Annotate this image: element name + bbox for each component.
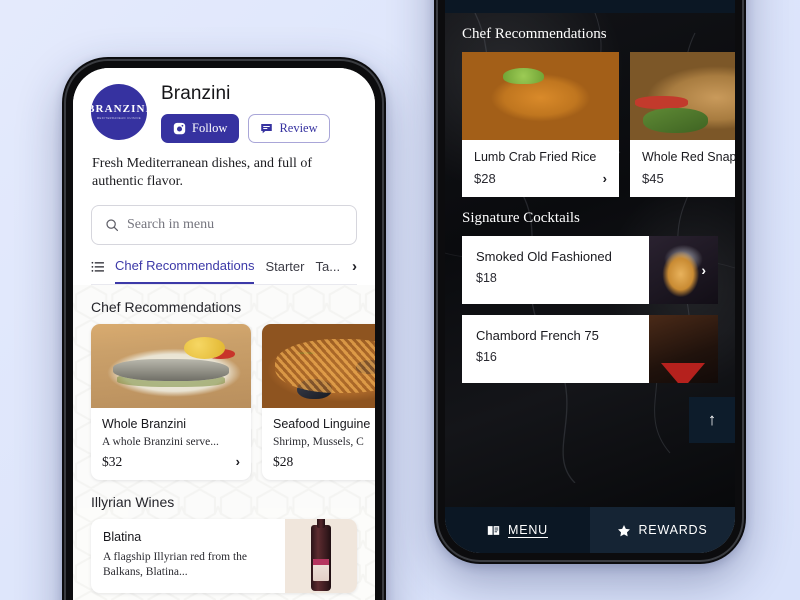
business-tagline: Fresh Mediterranean dishes, and full of … (92, 155, 313, 190)
chevron-right-icon[interactable]: › (352, 258, 357, 275)
tab-starter[interactable]: Starter (265, 259, 304, 283)
dark-section-signature-cocktails: Signature Cocktails Smoked Old Fashioned… (445, 210, 735, 383)
dark-header-spacer: Explore a blend of American and Caribbea… (445, 0, 735, 13)
dish-card-seafood-linguine[interactable]: Seafood Linguine Shrimp, Mussels, C $28 (262, 323, 375, 480)
chat-icon (260, 122, 273, 135)
brand-info: Branzini Follow Review (161, 83, 357, 143)
chevron-right-icon[interactable]: › (236, 454, 240, 469)
cocktail-price: $18 (476, 271, 497, 285)
dish-name: Whole Branzini (102, 416, 187, 431)
dark-dish-card-row: Lumb Crab Fried Rice $28 › Whole Red Sna… (462, 52, 735, 197)
star-icon (617, 524, 631, 537)
dark-app-header: Explore a blend of American and Caribbea… (445, 0, 735, 13)
dish-description: Shrimp, Mussels, C (273, 435, 364, 448)
dish-image (91, 323, 251, 408)
section-chef-recommendations: Chef Recommendations Whole Branzini A wh… (73, 299, 375, 480)
wine-name: Blatina (103, 529, 142, 544)
dish-description: A whole Branzini serve... (102, 435, 219, 448)
cocktail-image: › (649, 236, 718, 304)
dish-info: Lumb Crab Fried Rice $28 › (462, 140, 619, 197)
cocktail-card-smoked-old-fashioned[interactable]: Smoked Old Fashioned $18 › (462, 236, 718, 304)
phone-device-dark: Explore a blend of American and Caribbea… (434, 0, 746, 564)
nav-item-rewards[interactable]: REWARDS (590, 507, 735, 553)
cocktail-name: Smoked Old Fashioned (476, 249, 612, 264)
phone-screen-light: BRANZINI MEDITERRANEAN CUISINE Branzini … (73, 68, 375, 600)
app-header: BRANZINI MEDITERRANEAN CUISINE Branzini … (73, 68, 375, 285)
nav-item-label: REWARDS (638, 523, 708, 537)
dish-name: Lumb Crab Fried Rice (474, 150, 597, 164)
brand-logo: BRANZINI MEDITERRANEAN CUISINE (91, 84, 147, 140)
category-tabs: Chef Recommendations Starter Ta... › (91, 245, 357, 285)
restaurant-menu-app-dark: Explore a blend of American and Caribbea… (445, 0, 735, 553)
chevron-right-icon[interactable]: › (701, 262, 706, 278)
wine-card-blatina[interactable]: Blatina A flagship Illyrian red from the… (91, 518, 357, 593)
cocktail-price: $16 (476, 350, 497, 364)
chevron-right-icon[interactable]: › (603, 171, 607, 186)
cocktail-image (649, 315, 718, 383)
dark-section-title: Signature Cocktails (462, 210, 580, 226)
wine-info: Blatina A flagship Illyrian red from the… (91, 519, 285, 593)
restaurant-menu-app-light: BRANZINI MEDITERRANEAN CUISINE Branzini … (73, 68, 375, 600)
business-name: Branzini (161, 83, 231, 104)
list-icon[interactable] (91, 260, 104, 273)
brand-logo-text: BRANZINI (91, 102, 147, 115)
dish-card-lumb-crab-fried-rice[interactable]: Lumb Crab Fried Rice $28 › (462, 52, 619, 197)
search-icon (105, 218, 119, 232)
bottom-navigation: MENU REWARDS (445, 507, 735, 553)
cocktail-card-chambord-french-75[interactable]: Chambord French 75 $16 (462, 315, 718, 383)
menu-scroll-area[interactable]: Chef Recommendations Whole Branzini A wh… (73, 284, 375, 600)
camera-icon (173, 122, 186, 135)
dish-info: Whole Branzini A whole Branzini serve...… (91, 408, 251, 480)
dish-footer: $45 (642, 171, 735, 186)
dish-price: $28 (474, 171, 496, 186)
dish-name: Seafood Linguine (273, 416, 371, 431)
wine-description: A flagship Illyrian red from the Balkans… (103, 550, 248, 579)
nav-item-label: MENU (507, 523, 548, 537)
dark-section-title: Chef Recommendations (462, 26, 607, 42)
dish-price: $45 (642, 171, 664, 186)
tab-chef-recommendations[interactable]: Chef Recommendations (115, 258, 255, 284)
brand-action-buttons: Follow Review (161, 113, 357, 143)
brand-logo-subtitle: MEDITERRANEAN CUISINE (96, 117, 142, 121)
wine-bottle-graphic (311, 524, 331, 591)
tab-ta-truncated[interactable]: Ta... (315, 259, 340, 283)
search-placeholder: Search in menu (127, 216, 215, 232)
dish-price: $32 (102, 453, 123, 469)
brand-row: BRANZINI MEDITERRANEAN CUISINE Branzini … (91, 83, 357, 143)
follow-button-label: Follow (192, 120, 228, 135)
follow-button[interactable]: Follow (161, 113, 240, 143)
arrow-up-icon: ↑ (707, 410, 717, 429)
cocktail-info: Chambord French 75 $16 (462, 315, 649, 383)
dish-info: Whole Red Snappe $45 (630, 140, 735, 197)
review-button-label: Review (279, 120, 318, 135)
dish-card-row: Whole Branzini A whole Branzini serve...… (91, 323, 375, 480)
cocktail-name: Chambord French 75 (476, 328, 599, 343)
scroll-to-top-button[interactable]: ↑ (689, 397, 735, 443)
book-icon (487, 524, 500, 537)
section-illyrian-wines: Illyrian Wines Blatina A flagship Illyri… (73, 494, 375, 593)
section-title: Chef Recommendations (91, 298, 242, 315)
phone-device-light: BRANZINI MEDITERRANEAN CUISINE Branzini … (62, 57, 386, 600)
dish-card-whole-branzini[interactable]: Whole Branzini A whole Branzini serve...… (91, 323, 251, 480)
search-input[interactable]: Search in menu (91, 204, 357, 245)
dish-image (630, 52, 735, 140)
dish-price: $28 (273, 453, 294, 469)
phone-screen-dark: Explore a blend of American and Caribbea… (445, 0, 735, 553)
review-button[interactable]: Review (248, 113, 330, 143)
dish-footer: $32 › (102, 454, 240, 470)
dish-info: Seafood Linguine Shrimp, Mussels, C $28 (262, 408, 375, 480)
cocktail-info: Smoked Old Fashioned $18 (462, 236, 649, 304)
dish-image (462, 52, 619, 140)
dish-image (262, 323, 375, 408)
section-title: Illyrian Wines (91, 493, 175, 510)
dish-footer: $28 › (474, 171, 607, 186)
dark-section-chef-recommendations: Chef Recommendations Lumb Crab Fried Ric… (445, 26, 735, 197)
dish-card-whole-red-snapper[interactable]: Whole Red Snappe $45 (630, 52, 735, 197)
wine-image (285, 518, 357, 593)
dish-name: Whole Red Snappe (642, 150, 735, 164)
dish-footer: $28 (273, 454, 375, 470)
nav-item-menu[interactable]: MENU (445, 507, 590, 553)
dark-menu-scroll-area[interactable]: Chef Recommendations Lumb Crab Fried Ric… (445, 13, 735, 507)
